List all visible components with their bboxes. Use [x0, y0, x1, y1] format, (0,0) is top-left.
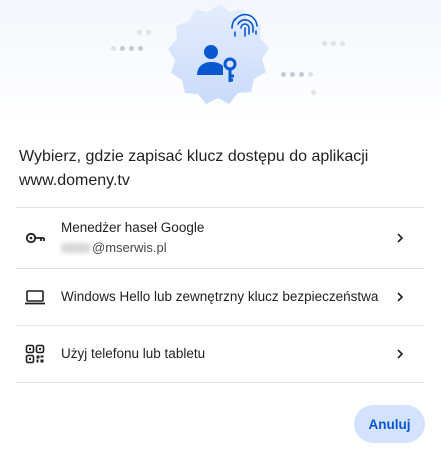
cancel-button[interactable]: Anuluj: [354, 405, 425, 443]
key-icon: [24, 227, 46, 249]
account-email: @mserwis.pl: [61, 239, 204, 257]
option-label: Użyj telefonu lub tabletu: [61, 346, 206, 361]
option-label: Menedżer haseł Google: [61, 220, 205, 235]
decorative-dots-left: [111, 46, 143, 51]
dialog-title: Wybierz, gdzie zapisać klucz dostępu do …: [19, 148, 369, 189]
option-phone-or-tablet[interactable]: Użyj telefonu lub tabletu: [16, 326, 424, 383]
save-location-list: Menedżer haseł Google @mserwis.pl Window…: [16, 207, 424, 383]
redacted-username: [61, 243, 91, 253]
passkey-badge: [168, 4, 269, 104]
chevron-right-icon: [397, 233, 404, 243]
qr-code-icon: [24, 343, 46, 365]
passkey-illustration: [0, 0, 441, 125]
decorative-dots-right: [281, 72, 313, 77]
decorative-dots-left-top: [137, 30, 151, 35]
account-domain: @mserwis.pl: [92, 240, 167, 255]
option-label: Windows Hello lub zewnętrzny klucz bezpi…: [61, 289, 379, 304]
laptop-icon: [24, 286, 46, 308]
decorative-dots-right-top: [322, 41, 345, 46]
decorative-dots-right-bottom: [311, 90, 316, 95]
option-google-password-manager[interactable]: Menedżer haseł Google @mserwis.pl: [16, 208, 424, 269]
chevron-right-icon: [397, 349, 404, 359]
chevron-right-icon: [397, 292, 404, 302]
option-windows-hello[interactable]: Windows Hello lub zewnętrzny klucz bezpi…: [16, 269, 424, 326]
